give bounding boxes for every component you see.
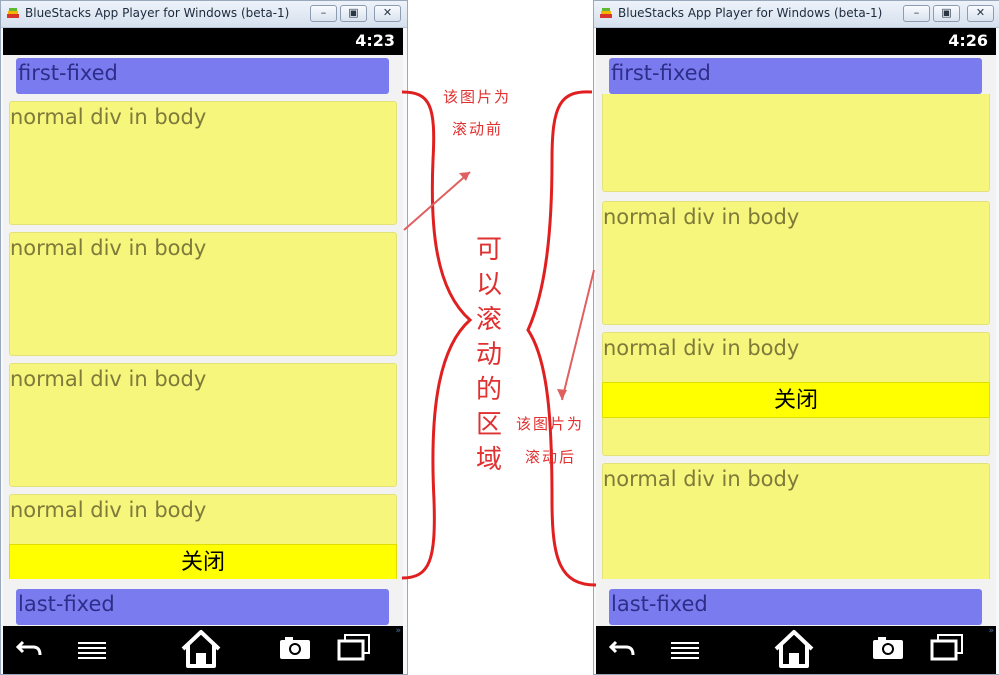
back-icon[interactable] — [15, 632, 45, 662]
scrollable-area[interactable]: normal div in body normal div in body no… — [596, 94, 996, 579]
minimize-button[interactable]: – — [903, 5, 930, 22]
menu-icon[interactable] — [75, 632, 109, 662]
maximize-button[interactable]: ▣ — [340, 5, 367, 22]
annotation-after-line1: 该图片为 — [516, 415, 585, 433]
last-fixed-bar: last-fixed — [609, 589, 982, 625]
first-fixed-bar: first-fixed — [609, 58, 982, 94]
title-bar[interactable]: BlueStacks App Player for Windows (beta-… — [594, 1, 999, 28]
annotation-scrollable-area: 可以滚动的区域 — [475, 235, 502, 475]
camera-icon[interactable] — [870, 632, 906, 662]
home-icon[interactable] — [179, 629, 223, 669]
emulator-window-before: BlueStacks App Player for Windows (beta-… — [0, 0, 408, 675]
recent-apps-icon[interactable] — [929, 632, 965, 664]
bluestacks-logo-icon — [7, 8, 19, 18]
arrow-line — [561, 269, 595, 401]
maximize-button[interactable]: ▣ — [933, 5, 960, 22]
annotation-before-line2: 滚动前 — [452, 120, 504, 138]
android-nav-bar: » — [3, 626, 403, 674]
annotation-before-line1: 该图片为 — [443, 88, 512, 106]
close-icon: ✕ — [975, 6, 986, 19]
close-window-button[interactable]: ✕ — [967, 5, 994, 22]
window-title: BlueStacks App Player for Windows (beta-… — [618, 6, 883, 20]
normal-div — [602, 94, 990, 192]
arrow-head — [557, 389, 567, 400]
title-bar[interactable]: BlueStacks App Player for Windows (beta-… — [1, 1, 407, 28]
left-curly-brace — [401, 90, 473, 580]
close-icon: ✕ — [382, 6, 393, 19]
back-icon[interactable] — [608, 632, 638, 662]
scrollable-area[interactable]: normal div in body normal div in body no… — [3, 94, 403, 579]
close-button[interactable]: 关闭 — [602, 382, 990, 418]
android-screen: 4:23 first-fixed normal div in body norm… — [3, 28, 403, 674]
arrow-head — [459, 172, 470, 181]
minimize-button[interactable]: – — [310, 5, 337, 22]
normal-div: normal div in body — [9, 363, 397, 487]
camera-icon[interactable] — [277, 632, 313, 662]
status-bar: 4:23 — [3, 28, 403, 55]
close-window-button[interactable]: ✕ — [374, 5, 401, 22]
minimize-icon: – — [913, 6, 920, 19]
android-screen: 4:26 first-fixed normal div in body norm… — [596, 28, 996, 674]
home-icon[interactable] — [772, 629, 816, 669]
clock: 4:26 — [948, 31, 988, 50]
bluestacks-logo-icon — [600, 8, 612, 18]
first-fixed-bar: first-fixed — [16, 58, 389, 94]
right-curly-brace — [526, 90, 597, 587]
menu-icon[interactable] — [668, 632, 702, 662]
android-nav-bar: » — [596, 626, 996, 674]
normal-div: normal div in body — [9, 101, 397, 225]
window-title: BlueStacks App Player for Windows (beta-… — [25, 6, 290, 20]
recent-apps-icon[interactable] — [336, 632, 372, 664]
normal-div: normal div in body — [9, 232, 397, 356]
more-icon[interactable]: » — [395, 626, 401, 636]
more-icon[interactable]: » — [988, 626, 994, 636]
normal-div: normal div in body — [602, 463, 990, 579]
maximize-icon: ▣ — [348, 6, 359, 19]
arrow-line — [403, 171, 471, 231]
status-bar: 4:26 — [596, 28, 996, 55]
maximize-icon: ▣ — [941, 6, 952, 19]
clock: 4:23 — [355, 31, 395, 50]
last-fixed-bar: last-fixed — [16, 589, 389, 625]
emulator-window-after: BlueStacks App Player for Windows (beta-… — [593, 0, 999, 675]
normal-div: normal div in body — [602, 201, 990, 325]
minimize-icon: – — [320, 6, 327, 19]
close-button[interactable]: 关闭 — [9, 544, 397, 579]
annotation-after-line2: 滚动后 — [525, 448, 577, 466]
